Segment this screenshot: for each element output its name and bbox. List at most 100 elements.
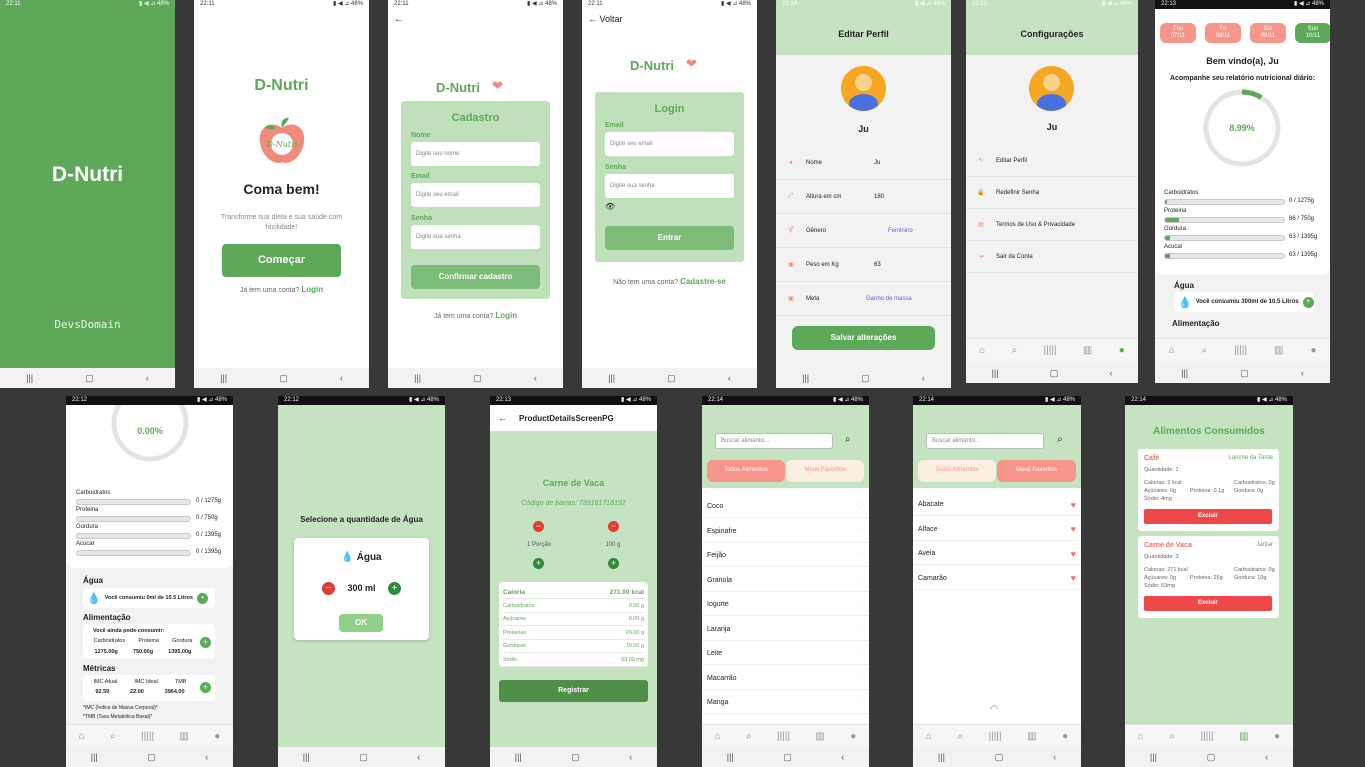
heart-icon[interactable]: ♡	[856, 673, 864, 684]
food-item[interactable]: Macarrão ♡	[702, 668, 869, 690]
day-thu[interactable]: Thu 07/11	[1160, 23, 1196, 43]
recents-button[interactable]: |||	[992, 368, 999, 378]
profile-icon[interactable]: ●	[1274, 731, 1280, 742]
recents-button[interactable]: |||	[220, 373, 227, 383]
back-arrow-icon[interactable]: ←	[394, 14, 404, 25]
search-icon[interactable]: ⌕	[1169, 731, 1175, 742]
eye-icon[interactable]: 👁	[605, 202, 615, 211]
heart-filled-icon[interactable]: ♥	[1071, 524, 1076, 534]
save-button[interactable]: Salvar alterações	[792, 326, 935, 350]
field-row-goal[interactable]: ▣ Meta Ganho de massa	[776, 282, 951, 316]
day-sat[interactable]: Sat 09/11	[1250, 23, 1286, 43]
portion-decrease-button[interactable]: −	[533, 521, 544, 532]
tab-favorites[interactable]: Meus Favoritos	[997, 460, 1076, 482]
avatar[interactable]	[841, 66, 886, 111]
back-button[interactable]: ‹	[1301, 368, 1304, 378]
food-item[interactable]: Leite ♡	[702, 643, 869, 665]
increase-button[interactable]: +	[388, 582, 401, 595]
field-row-gender[interactable]: ⚥ Gênero Feminino	[776, 214, 951, 248]
home-icon[interactable]: ⌂	[1168, 345, 1174, 356]
home-icon[interactable]: ⌂	[979, 345, 985, 356]
home-button[interactable]: ▢	[473, 373, 482, 384]
heart-icon[interactable]: ♡	[856, 624, 864, 635]
heart-icon[interactable]: ♡	[856, 648, 864, 659]
avatar[interactable]	[1029, 66, 1074, 111]
barcode-icon[interactable]: |||||	[1234, 345, 1247, 356]
trash-icon[interactable]: ▥	[179, 731, 188, 742]
heart-icon[interactable]: ♡	[856, 526, 864, 537]
barcode-icon[interactable]: |||||	[1201, 731, 1214, 742]
profile-icon[interactable]: ●	[850, 731, 856, 742]
heart-icon[interactable]: ♡	[856, 501, 864, 512]
back-button[interactable]: ‹	[417, 752, 420, 762]
back-button[interactable]: ‹	[1265, 752, 1268, 762]
recents-button[interactable]: |||	[26, 373, 33, 383]
home-button[interactable]: ▢	[667, 373, 676, 384]
field-row-height[interactable]: ⤢ Altura em cm 180	[776, 180, 951, 214]
profile-icon[interactable]: ●	[1119, 345, 1125, 356]
back-button[interactable]: ‹	[728, 373, 731, 383]
decrease-button[interactable]: −	[322, 582, 335, 595]
add-metric-button[interactable]: +	[200, 682, 211, 693]
tab-all-foods[interactable]: Todos Alimentos	[707, 460, 785, 482]
home-button[interactable]: ▢	[1240, 368, 1249, 379]
email-input[interactable]: Digite seu email	[411, 183, 540, 207]
recents-button[interactable]: |||	[727, 752, 734, 762]
trash-icon[interactable]: ▥	[1027, 731, 1036, 742]
food-item[interactable]: Granola ♡	[702, 570, 869, 592]
home-button[interactable]: ▢	[359, 752, 368, 763]
back-arrow-icon[interactable]: ←	[498, 413, 507, 423]
tab-favorites[interactable]: Meus Favoritos	[786, 460, 864, 482]
heart-filled-icon[interactable]: ♥	[1071, 573, 1076, 583]
food-item[interactable]: Espinafre ♡	[702, 521, 869, 543]
favorite-item[interactable]: Camarão ♥	[913, 568, 1081, 590]
profile-icon[interactable]: ●	[1062, 731, 1068, 742]
home-button[interactable]: ▢	[147, 752, 156, 763]
enter-button[interactable]: Entrar	[605, 226, 734, 250]
recents-button[interactable]: |||	[303, 752, 310, 762]
menu-terms[interactable]: ▤ Termos de Uso & Privacidade	[966, 209, 1138, 241]
trash-icon[interactable]: ▥	[1083, 345, 1092, 356]
food-item[interactable]: Laranja ♡	[702, 619, 869, 641]
home-button[interactable]: ▢	[85, 373, 94, 384]
recents-button[interactable]: |||	[91, 752, 98, 762]
delete-button[interactable]: Excluir	[1144, 596, 1272, 611]
back-button[interactable]: ‹	[534, 373, 537, 383]
menu-edit-profile[interactable]: ✎ Editar Perfil	[966, 145, 1138, 177]
barcode-icon[interactable]: |||||	[989, 731, 1002, 742]
back-button[interactable]: ‹	[841, 752, 844, 762]
home-button[interactable]: ▢	[861, 373, 870, 384]
confirm-signup-button[interactable]: Confirmar cadastro	[411, 265, 540, 289]
add-water-button[interactable]: +	[196, 592, 208, 604]
day-sun[interactable]: Sun 10/11	[1295, 23, 1330, 43]
favorite-item[interactable]: Aveia ♥	[913, 543, 1081, 565]
home-button[interactable]: ▢	[571, 752, 580, 763]
home-icon[interactable]: ⌂	[715, 731, 721, 742]
search-icon[interactable]: ⌕	[1012, 345, 1018, 356]
login-link[interactable]: Login	[301, 285, 323, 294]
menu-logout[interactable]: ⇥ Sair da Conta	[966, 241, 1138, 273]
recents-button[interactable]: |||	[938, 752, 945, 762]
start-button[interactable]: Começar	[222, 244, 341, 277]
back-button[interactable]: ‹	[205, 752, 208, 762]
register-button[interactable]: Registrar	[499, 680, 648, 702]
barcode-icon[interactable]: |||||	[141, 731, 154, 742]
back-button[interactable]: ‹	[146, 373, 149, 383]
trash-icon[interactable]: ▥	[1274, 345, 1283, 356]
search-icon[interactable]: ⌕	[957, 731, 963, 742]
home-button[interactable]: ▢	[279, 373, 288, 384]
name-input[interactable]: Digite seu nome	[411, 142, 540, 166]
food-item[interactable]: Manga ♡	[702, 692, 869, 714]
back-button[interactable]: ‹	[1053, 752, 1056, 762]
profile-icon[interactable]: ●	[1310, 345, 1316, 356]
food-item[interactable]: Coco ♡	[702, 496, 869, 518]
food-item[interactable]: Iogurte ♡	[702, 594, 869, 616]
heart-filled-icon[interactable]: ♥	[1071, 500, 1076, 510]
password-input[interactable]: Digite sua senha	[411, 225, 540, 249]
password-input[interactable]: Digite sua senha	[605, 174, 734, 198]
home-icon[interactable]: ⌂	[79, 731, 85, 742]
home-icon[interactable]: ⌂	[1138, 731, 1144, 742]
email-input[interactable]: Digite seu email	[605, 132, 734, 156]
add-food-button[interactable]: +	[200, 637, 211, 648]
home-button[interactable]: ▢	[1050, 368, 1059, 379]
